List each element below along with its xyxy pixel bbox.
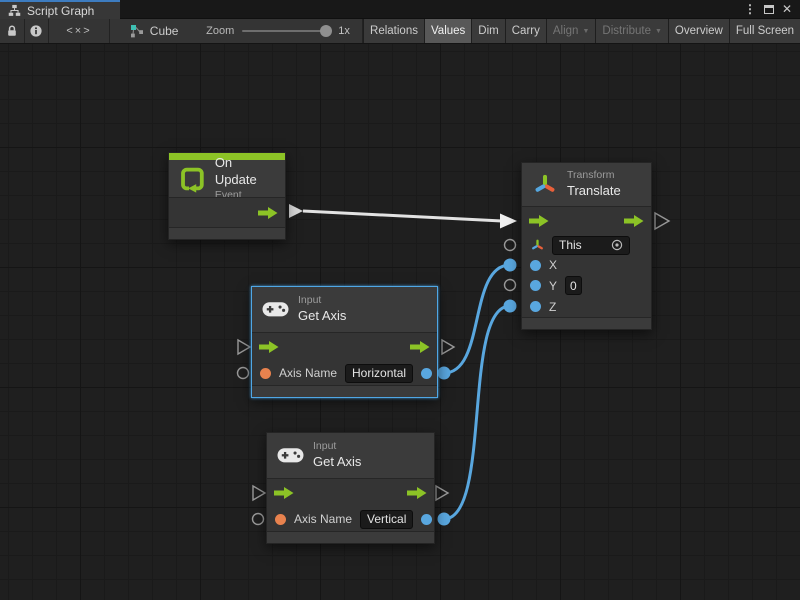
graph-canvas[interactable]: On Update Event xyxy=(0,44,800,600)
axis-name-field[interactable]: Vertical xyxy=(360,510,413,529)
y-value-field[interactable]: 0 xyxy=(565,276,582,295)
getaxis-h-result-port-connected[interactable] xyxy=(438,367,451,380)
lock-button[interactable] xyxy=(0,19,25,43)
x-port-label: X xyxy=(549,258,557,272)
translate-y-port[interactable] xyxy=(505,280,516,291)
info-icon xyxy=(29,24,43,38)
chevron-down-icon: ▼ xyxy=(582,28,589,35)
node-subtitle: Transform xyxy=(567,169,621,183)
tab-title: Script Graph xyxy=(27,4,94,18)
translate-exec-out-port[interactable] xyxy=(655,213,669,229)
node-get-axis-vertical[interactable]: Input Get Axis Axis Name Vertical xyxy=(266,432,435,544)
node-title: Translate xyxy=(567,183,621,200)
wire-vertical-to-z[interactable] xyxy=(444,306,510,519)
window-controls: ⋮ ✕ xyxy=(744,0,800,18)
exec-output-arrow-icon[interactable] xyxy=(410,341,430,353)
zoom-slider[interactable] xyxy=(242,30,330,32)
script-graph-window: Script Graph ⋮ ✕ <×> xyxy=(0,0,800,600)
maximize-icon[interactable] xyxy=(764,5,774,14)
align-dropdown[interactable]: Align▼ xyxy=(546,19,596,43)
values-button[interactable]: Values xyxy=(424,19,471,43)
translate-x-port-connected[interactable] xyxy=(504,259,517,272)
getaxis-h-exec-in-port[interactable] xyxy=(238,340,250,354)
y-port-label: Y xyxy=(549,279,557,293)
axis-name-input-dot[interactable] xyxy=(275,514,286,525)
event-loop-icon xyxy=(179,165,206,193)
lock-icon xyxy=(5,24,19,38)
node-footer xyxy=(252,386,437,397)
dim-button[interactable]: Dim xyxy=(471,19,504,43)
wire-horizontal-to-x[interactable] xyxy=(444,265,510,373)
zoom-slider-handle[interactable] xyxy=(320,25,332,37)
axis-name-input-dot[interactable] xyxy=(260,368,271,379)
title-bar: Script Graph ⋮ ✕ xyxy=(0,0,800,19)
zoom-value: 1x xyxy=(338,25,350,37)
object-picker-icon[interactable] xyxy=(611,239,623,251)
getaxis-v-exec-in-port[interactable] xyxy=(253,486,265,500)
exec-wire-arrowhead[interactable] xyxy=(500,214,517,229)
node-title: Get Axis xyxy=(298,308,346,325)
tab-script-graph[interactable]: Script Graph xyxy=(0,0,120,19)
transform-icon xyxy=(532,172,558,198)
close-icon[interactable]: ✕ xyxy=(782,2,792,16)
getaxis-h-exec-out-port[interactable] xyxy=(442,340,454,354)
exec-wire[interactable] xyxy=(303,211,502,221)
graph-breadcrumb[interactable]: Cube xyxy=(110,19,194,43)
translate-this-port[interactable] xyxy=(505,240,516,251)
node-subtitle: Input xyxy=(313,440,361,454)
node-get-axis-horizontal[interactable]: Input Get Axis Axis Name Horizontal xyxy=(251,286,438,398)
overview-button[interactable]: Overview xyxy=(668,19,729,43)
carry-button[interactable]: Carry xyxy=(505,19,546,43)
full-screen-button[interactable]: Full Screen xyxy=(729,19,800,43)
exec-wire-start-cap[interactable] xyxy=(289,204,303,218)
gamepad-icon xyxy=(277,447,304,464)
graph-name-label: Cube xyxy=(150,24,179,38)
getaxis-v-value-in-port[interactable] xyxy=(253,514,264,525)
axis-name-label: Axis Name xyxy=(294,512,352,526)
graph-hierarchy-icon xyxy=(8,4,21,17)
target-object-field[interactable]: This xyxy=(552,236,630,255)
node-footer xyxy=(522,318,651,329)
getaxis-h-value-in-port[interactable] xyxy=(238,368,249,379)
result-output-dot[interactable] xyxy=(421,514,432,525)
exec-input-arrow-icon[interactable] xyxy=(274,487,294,499)
getaxis-v-result-port-connected[interactable] xyxy=(438,513,451,526)
node-footer xyxy=(267,532,434,543)
result-output-dot[interactable] xyxy=(421,368,432,379)
zoom-label: Zoom xyxy=(206,25,234,37)
node-on-update[interactable]: On Update Event xyxy=(168,152,286,240)
script-graph-asset-icon xyxy=(130,24,144,38)
toolbar-buttons: Relations Values Dim Carry Align▼ Distri… xyxy=(363,19,800,43)
z-port-label: Z xyxy=(549,300,556,314)
distribute-dropdown[interactable]: Distribute▼ xyxy=(595,19,668,43)
node-footer xyxy=(169,228,285,239)
info-button[interactable] xyxy=(25,19,50,43)
node-subtitle: Input xyxy=(298,294,346,308)
axis-name-label: Axis Name xyxy=(279,366,337,380)
getaxis-v-exec-out-port[interactable] xyxy=(436,486,448,500)
z-input-dot[interactable] xyxy=(530,301,541,312)
x-input-dot[interactable] xyxy=(530,260,541,271)
window-menu-icon[interactable]: ⋮ xyxy=(744,2,756,16)
graph-toolbar: <×> Cube Zoom 1x Relations Values Dim Ca… xyxy=(0,19,800,44)
exec-output-arrow-icon[interactable] xyxy=(624,215,644,227)
node-title: Get Axis xyxy=(313,454,361,471)
transform-port-icon[interactable] xyxy=(530,238,545,253)
exec-input-arrow-icon[interactable] xyxy=(259,341,279,353)
preview-code-button[interactable]: <×> xyxy=(49,19,110,43)
relations-button[interactable]: Relations xyxy=(363,19,424,43)
y-input-dot[interactable] xyxy=(530,280,541,291)
chevron-down-icon: ▼ xyxy=(655,28,662,35)
exec-input-arrow-icon[interactable] xyxy=(529,215,549,227)
translate-z-port-connected[interactable] xyxy=(504,300,517,313)
axis-name-field[interactable]: Horizontal xyxy=(345,364,413,383)
zoom-control: Zoom 1x xyxy=(194,19,362,43)
node-title: On Update xyxy=(215,155,275,189)
gamepad-icon xyxy=(262,301,289,318)
exec-output-arrow-icon[interactable] xyxy=(258,207,278,219)
exec-output-arrow-icon[interactable] xyxy=(407,487,427,499)
node-translate[interactable]: Transform Translate This xyxy=(521,162,652,330)
